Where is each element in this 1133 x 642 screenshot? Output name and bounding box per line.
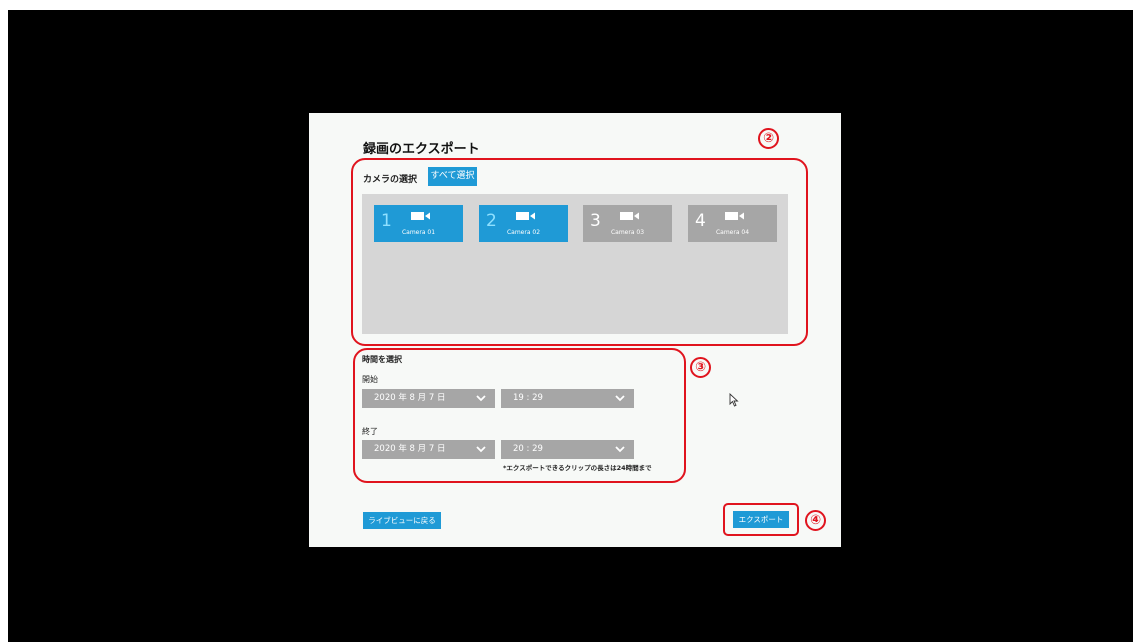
annotation-number-2: ② [758, 128, 779, 149]
annotation-box-camera-selection [351, 158, 808, 346]
dialog-title: 録画のエクスポート [363, 142, 480, 157]
annotation-box-export [723, 503, 799, 536]
annotation-number-3: ③ [690, 357, 711, 378]
annotation-box-time-selection [353, 348, 686, 483]
annotation-number-4: ④ [805, 510, 826, 531]
back-to-live-view-button[interactable]: ライブビューに戻る [363, 512, 441, 529]
mouse-cursor-icon [729, 393, 739, 407]
